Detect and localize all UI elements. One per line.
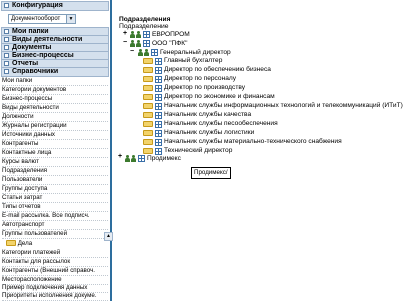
sidebar-item[interactable]: Группы пользователей bbox=[2, 230, 108, 239]
folder-icon bbox=[143, 76, 153, 82]
org-unit-icon bbox=[138, 155, 145, 162]
sidebar-item[interactable]: Виды деятельности bbox=[2, 104, 108, 113]
sidebar-item[interactable]: Источники данных bbox=[2, 131, 108, 140]
tree-node[interactable]: Директор по обеспечению бизнеса bbox=[164, 66, 271, 74]
config-header[interactable]: Конфигурация bbox=[1, 1, 109, 11]
sidebar-item[interactable]: Типы отчетов bbox=[2, 203, 108, 212]
org-unit-icon bbox=[155, 121, 162, 128]
collapse-marker-icon bbox=[4, 29, 9, 34]
sidebar-item[interactable]: Контакты для рассылок bbox=[2, 258, 108, 267]
sidebar-item[interactable]: E-mail рассылка. Все подписч. bbox=[2, 212, 108, 221]
sidebar-item[interactable]: Должности bbox=[2, 113, 108, 122]
org-unit-icon bbox=[155, 103, 162, 110]
main-panel: Подразделения Подразделение + ЕВРОПРОМ −… bbox=[116, 0, 412, 301]
tree-node-director[interactable]: Генеральный директор bbox=[160, 49, 231, 57]
person-icon bbox=[144, 49, 150, 56]
expand-icon[interactable]: + bbox=[123, 30, 127, 38]
tree-node[interactable]: Директор по производству bbox=[164, 84, 245, 92]
expand-icon[interactable]: + bbox=[118, 153, 122, 161]
section-directories[interactable]: Справочники bbox=[1, 67, 109, 77]
tree-node[interactable]: Главный бухгалтер bbox=[164, 57, 222, 65]
collapse-marker-icon bbox=[4, 45, 9, 50]
sidebar-item[interactable]: Группы доступа bbox=[2, 185, 108, 194]
org-unit-icon bbox=[155, 148, 162, 155]
sidebar-item[interactable]: Контрагенты bbox=[2, 140, 108, 149]
tree-node[interactable]: Директор по персоналу bbox=[164, 75, 236, 83]
scroll-up-button[interactable]: ▲ bbox=[104, 232, 113, 241]
tree-node[interactable]: Начальник службы информационных технолог… bbox=[164, 102, 403, 110]
folder-icon bbox=[143, 85, 153, 91]
tree-node[interactable]: Начальник службы материально-техническог… bbox=[164, 138, 342, 146]
org-unit-icon bbox=[155, 67, 162, 74]
org-prodimex[interactable]: Продимекс bbox=[147, 155, 181, 163]
collapse-marker-icon bbox=[4, 3, 9, 8]
sidebar-item[interactable]: Курсы валют bbox=[2, 158, 108, 167]
folder-icon bbox=[143, 67, 153, 73]
folder-icon bbox=[143, 58, 153, 64]
org-unit-icon bbox=[155, 58, 162, 65]
folder-icon bbox=[143, 130, 153, 136]
person-icon bbox=[136, 31, 142, 38]
org-unit-icon bbox=[143, 40, 150, 47]
folder-icon bbox=[6, 240, 16, 247]
sidebar-item[interactable]: Подразделения bbox=[2, 167, 108, 176]
collapse-marker-icon bbox=[4, 61, 9, 66]
org-pgk[interactable]: ООО "ПФК" bbox=[152, 40, 188, 48]
folder-icon bbox=[143, 103, 153, 109]
configuration-select[interactable]: Документооборот ▼ bbox=[8, 14, 76, 24]
tooltip: Продимекс/ bbox=[191, 167, 231, 179]
collapse-marker-icon bbox=[4, 69, 9, 74]
collapse-marker-icon bbox=[4, 53, 9, 58]
sidebar-item-folder[interactable]: Дела bbox=[6, 240, 106, 248]
folder-icon bbox=[143, 121, 153, 127]
org-unit-icon bbox=[155, 94, 162, 101]
folder-icon bbox=[143, 139, 153, 145]
org-unit-icon bbox=[151, 49, 158, 56]
sidebar-item[interactable]: Бизнес-процессы bbox=[2, 95, 108, 104]
sidebar-item[interactable]: Категории документов bbox=[2, 86, 108, 95]
collapse-marker-icon bbox=[4, 37, 9, 42]
sidebar-item[interactable]: Мои папки bbox=[2, 77, 108, 86]
sidebar-item[interactable]: Приоритеты исполнения докуме. bbox=[2, 292, 108, 301]
sidebar-item[interactable]: Контрагенты (Внешний справоч. bbox=[2, 267, 108, 276]
tree-node[interactable]: Директор по экономике и финансам bbox=[164, 93, 275, 101]
sidebar-item[interactable]: Автотранспорт bbox=[2, 221, 108, 230]
folder-icon bbox=[143, 94, 153, 100]
sidebar-item[interactable]: Журналы регистрации bbox=[2, 122, 108, 131]
folder-icon bbox=[143, 112, 153, 118]
collapse-icon[interactable]: − bbox=[130, 48, 134, 56]
org-unit-icon bbox=[155, 112, 162, 119]
chevron-down-icon: ▼ bbox=[66, 15, 75, 23]
person-icon bbox=[131, 155, 137, 162]
org-unit-icon bbox=[155, 85, 162, 92]
tree-node[interactable]: Начальник службы песообеспечения bbox=[164, 120, 278, 128]
tree-node[interactable]: Начальник службы качества bbox=[164, 111, 251, 119]
sidebar: Конфигурация Документооборот ▼ Мои папки … bbox=[0, 0, 113, 301]
org-europrom[interactable]: ЕВРОПРОМ bbox=[152, 31, 190, 39]
sidebar-item[interactable]: Статьи затрат bbox=[2, 194, 108, 203]
org-unit-icon bbox=[155, 139, 162, 146]
org-unit-icon bbox=[155, 76, 162, 83]
sidebar-item[interactable]: Контактные лица bbox=[2, 149, 108, 158]
sidebar-item[interactable]: Пользователи bbox=[2, 176, 108, 185]
org-unit-icon bbox=[143, 31, 150, 38]
folder-icon bbox=[143, 148, 153, 154]
tree-node[interactable]: Начальник службы логистики bbox=[164, 129, 254, 137]
collapse-icon[interactable]: − bbox=[123, 39, 127, 47]
person-icon bbox=[136, 40, 142, 47]
org-unit-icon bbox=[155, 130, 162, 137]
sidebar-item[interactable]: Категории платежей bbox=[2, 249, 108, 258]
tree-node[interactable]: Технический директор bbox=[164, 147, 232, 155]
